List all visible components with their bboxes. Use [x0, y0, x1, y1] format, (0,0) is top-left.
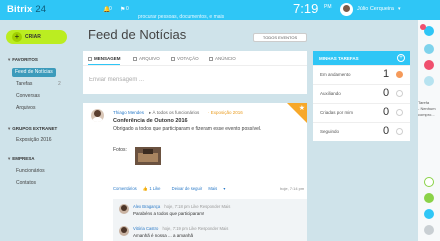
flag-icon[interactable]: ⚑	[120, 6, 125, 13]
comment-avatar[interactable]	[119, 226, 129, 236]
file-icon	[133, 56, 137, 61]
comment-header: Alex Bragança hoje, 7:18 pm Like Respond…	[133, 204, 230, 209]
settings-icon[interactable]	[424, 225, 434, 235]
announcement-icon	[209, 56, 213, 61]
rail-text: - Nenhum	[418, 106, 436, 111]
post-author[interactable]: Thiago Mendes	[113, 110, 144, 115]
my-tasks-widget: MINHAS TAREFAS + Em andamento 1 Auxilian…	[313, 51, 410, 141]
tab-votacao[interactable]: VOTAÇÃO	[171, 56, 199, 61]
status-circle	[396, 128, 403, 135]
call-icon[interactable]	[424, 193, 434, 203]
tab-anuncio[interactable]: ANÚNCIO	[209, 56, 236, 61]
logo-number: 24	[35, 4, 47, 15]
post-composer: MENSAGEM ARQUIVO VOTAÇÃO ANÚNCIO	[83, 51, 307, 94]
divider	[83, 65, 307, 66]
sidebar-item-feed[interactable]: Feed de Notícias	[12, 68, 56, 77]
add-icon[interactable]	[424, 177, 434, 187]
like-link[interactable]: 👍 1 Like	[143, 186, 166, 191]
comment-meta: hoje, 7:18 pm Like Responder Mais	[164, 204, 231, 209]
more-link[interactable]: Mais ▾	[208, 186, 225, 191]
tarefas-count: 2	[58, 81, 61, 87]
sidebar-section-grupos-extranet[interactable]: ▾ GRUPOS EXTRANET	[8, 126, 57, 132]
user-name[interactable]: Júlio Cerqueira	[357, 6, 394, 12]
poll-icon	[171, 56, 175, 61]
filter-dropdown[interactable]: TODOS EVENTOS	[253, 33, 307, 42]
unfollow-link[interactable]: Deixar de seguir	[172, 186, 203, 191]
sidebar-section-empresa[interactable]: ▾ EMPRESA	[8, 156, 35, 162]
comment-text: Amanhã é nossa ... a amanhã	[133, 233, 194, 238]
rail-text: compro...	[418, 112, 435, 117]
avatar[interactable]	[340, 3, 353, 16]
task-row-em-andamento[interactable]: Em andamento 1	[313, 65, 410, 84]
author-avatar[interactable]	[91, 109, 104, 122]
notifications-count: 0	[109, 6, 112, 12]
clock-suffix: PM	[324, 4, 332, 10]
task-row-auxiliando[interactable]: Auxiliando 0	[313, 84, 410, 103]
comment-text: Parabéns a todos que participaram!	[133, 211, 205, 216]
logo[interactable]: Bitrix 24	[7, 4, 46, 15]
tasks-header[interactable]: MINHAS TAREFAS +	[313, 51, 410, 65]
clock[interactable]: 7:19	[293, 1, 318, 16]
contacts-icon[interactable]	[424, 44, 434, 54]
photos-label: Fotos:	[113, 147, 127, 153]
sidebar-item-tarefas[interactable]: Tarefas 2	[14, 80, 61, 89]
alert-icon[interactable]	[424, 60, 434, 70]
comments-section: Alex Bragança hoje, 7:18 pm Like Respond…	[113, 199, 307, 241]
sidebar-item-conversas[interactable]: Conversas	[14, 92, 42, 101]
rail-text: Tarefa	[418, 100, 430, 105]
create-label: CRIAR	[25, 34, 41, 40]
search-input[interactable]	[138, 12, 278, 22]
feed-post: Thiago Mendes ▸ À todos os funcionários …	[83, 103, 307, 241]
sidebar-item-exposicao[interactable]: Exposição 2016	[14, 136, 54, 145]
comments-link[interactable]: Comentários	[113, 186, 137, 191]
task-row-seguindo[interactable]: Seguindo 0	[313, 122, 410, 141]
message-icon	[88, 56, 92, 61]
sidebar-item-arquivos[interactable]: Arquivos	[14, 104, 37, 113]
post-group[interactable]: · Exposição 2016	[208, 110, 243, 115]
post-photo[interactable]	[135, 147, 161, 165]
task-row-criadas[interactable]: Criadas por mim 0	[313, 103, 410, 122]
add-task-icon[interactable]: +	[397, 54, 405, 62]
comment-meta: hoje, 7:19 pm Like Responder Mais	[162, 226, 229, 231]
sidebar-item-funcionarios[interactable]: Funcionários	[14, 167, 47, 176]
flags-count: 0	[126, 6, 129, 12]
post-time: hoje, 7:14 pm	[280, 186, 305, 191]
status-circle	[396, 109, 403, 116]
page-title: Feed de Notícias	[88, 27, 187, 42]
chevron-down-icon: ▾	[8, 57, 11, 62]
tasks-title: MINHAS TAREFAS	[319, 56, 359, 61]
star-icon[interactable]: ★	[299, 104, 305, 112]
chevron-down-icon[interactable]: ▾	[398, 6, 401, 12]
create-button[interactable]: + CRIAR	[6, 30, 67, 44]
plus-icon: +	[12, 32, 22, 42]
comment-author[interactable]: Vitória Castro	[133, 226, 158, 231]
comment-author[interactable]: Alex Bragança	[133, 204, 160, 209]
chevron-down-icon: ▾	[8, 156, 11, 161]
sidebar-item-contatos[interactable]: Contatos	[14, 179, 38, 188]
chevron-down-icon: ▾	[8, 126, 11, 131]
status-circle	[396, 90, 403, 97]
top-bar: Bitrix 24 🔔 0 ⚑ 0 7:19 PM Júlio Cerqueir…	[0, 0, 440, 22]
comment-avatar[interactable]	[119, 204, 129, 214]
post-text: Obrigado a todos que participaram e fize…	[113, 126, 262, 132]
post-actions: Comentários 👍 1 Like Deixar de seguir Ma…	[113, 186, 230, 192]
message-input[interactable]	[89, 75, 289, 85]
tab-mensagem[interactable]: MENSAGEM	[88, 56, 121, 61]
status-circle	[396, 71, 403, 78]
post-title: Conferência de Outono 2016	[113, 118, 188, 124]
tab-arquivo[interactable]: ARQUIVO	[133, 56, 160, 61]
user-icon[interactable]	[424, 76, 434, 86]
comment-header: Vitória Castro hoje, 7:19 pm Like Respon…	[133, 226, 228, 231]
post-recipients: ▸ À todos os funcionários	[149, 110, 200, 115]
notification-dot	[420, 24, 426, 30]
message-icon[interactable]	[424, 209, 434, 219]
logo-main: Bitrix	[7, 4, 33, 15]
sidebar-section-favoritos[interactable]: ▾ FAVORITOS	[8, 57, 38, 63]
search-box[interactable]	[138, 5, 278, 22]
